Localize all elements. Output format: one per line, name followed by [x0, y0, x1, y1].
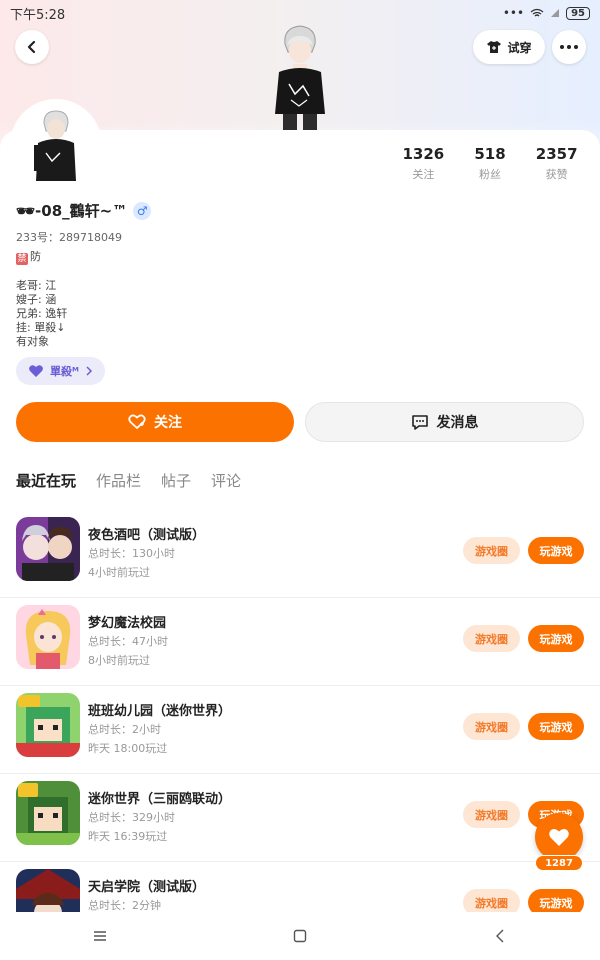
back-arrow-icon: [27, 40, 36, 54]
status-icons: ••• 95: [503, 6, 590, 20]
play-game-button[interactable]: 玩游戏: [528, 537, 584, 564]
home-square-icon: [293, 929, 307, 943]
message-label: 发消息: [436, 415, 479, 431]
tab-works[interactable]: 作品栏: [96, 470, 141, 491]
game-icon: [16, 605, 80, 669]
bio-line: 嫂子: 涵: [16, 293, 57, 306]
game-title: 班班幼儿园（迷你世界）: [88, 704, 232, 719]
chat-icon: [411, 415, 428, 430]
try-on-label: 试穿: [507, 40, 532, 55]
game-title: 梦幻魔法校园: [88, 616, 167, 631]
bio-text: 防: [30, 250, 41, 263]
avatar-image: [14, 103, 98, 187]
back-button[interactable]: [15, 30, 49, 64]
chevron-right-icon: [86, 366, 92, 376]
game-duration: 总时长：130小时: [88, 547, 175, 560]
like-profile-button[interactable]: [535, 813, 583, 861]
game-circle-button[interactable]: 游戏圈: [463, 625, 520, 652]
recent-games-list: 夜色酒吧（测试版） 总时长：130小时 4小时前玩过 游戏圈 玩游戏 梦幻魔法校…: [0, 510, 600, 912]
nickname-row: 🕶-08_鸖轩~™ ♂: [16, 200, 152, 221]
message-button[interactable]: 发消息: [305, 402, 584, 442]
game-row[interactable]: 夜色酒吧（测试版） 总时长：130小时 4小时前玩过 游戏圈 玩游戏: [0, 510, 600, 598]
nickname: 🕶-08_鸖轩~™: [16, 202, 128, 220]
stat-label: 关注: [412, 168, 435, 181]
stat-followers[interactable]: 518 粉丝: [457, 145, 524, 182]
user-id: 233号：289718049: [16, 231, 122, 244]
bio-first-line: 禁防: [16, 250, 41, 265]
bio-line: 兄弟: 逸轩: [16, 307, 68, 320]
game-duration: 总时长：2小时: [88, 723, 161, 736]
bio-line: 挂: 單殺↓: [16, 321, 66, 334]
stat-value: 1326: [402, 145, 445, 163]
game-icon: [16, 517, 80, 581]
tab-posts[interactable]: 帖子: [161, 470, 191, 491]
profile-stats: 1326 关注 518 粉丝 2357 获赞: [390, 145, 590, 182]
relation-badge-label: 單殺ᴹ: [50, 365, 79, 378]
heart-icon: [549, 828, 569, 846]
bio-tag: 禁: [16, 253, 28, 265]
game-icon: [16, 869, 80, 912]
follow-label: 关注: [154, 415, 182, 431]
signal-dots-icon: •••: [502, 6, 525, 20]
stat-likes[interactable]: 2357 获赞: [523, 145, 590, 182]
more-button[interactable]: [552, 30, 586, 64]
system-nav-bar: [0, 912, 600, 960]
stat-label: 获赞: [545, 168, 568, 181]
play-game-button[interactable]: 玩游戏: [528, 889, 584, 912]
status-bar: 下午5:28 ••• 95: [0, 0, 600, 26]
game-last-played: 8小时前玩过: [88, 654, 150, 667]
follow-button[interactable]: 关注: [16, 402, 294, 442]
bio-line: 老哥: 江: [16, 279, 57, 292]
relation-badge[interactable]: 單殺ᴹ: [16, 357, 105, 385]
play-game-button[interactable]: 玩游戏: [528, 625, 584, 652]
shirt-icon: [487, 41, 502, 53]
game-title: 迷你世界（三丽鸥联动）: [88, 792, 232, 807]
game-icon: [16, 693, 80, 757]
menu-nav-button[interactable]: [90, 926, 110, 946]
game-duration: 总时长：2分钟: [88, 899, 161, 912]
game-row[interactable]: 班班幼儿园（迷你世界） 总时长：2小时 昨天 18:00玩过 游戏圈 玩游戏: [0, 686, 600, 774]
avatar[interactable]: [14, 103, 98, 187]
game-duration: 总时长：329小时: [88, 811, 175, 824]
game-last-played: 昨天 16:39玩过: [88, 830, 168, 843]
stat-label: 粉丝: [479, 168, 501, 181]
back-nav-button[interactable]: [490, 926, 510, 946]
battery-level: 95: [566, 6, 590, 20]
like-count: 1287: [535, 855, 583, 871]
stat-value: 518: [474, 145, 506, 163]
game-last-played: 昨天 18:00玩过: [88, 742, 168, 755]
game-row[interactable]: 天启学院（测试版） 总时长：2分钟 游戏圈 玩游戏: [0, 862, 600, 912]
stat-following[interactable]: 1326 关注: [390, 145, 457, 182]
menu-icon: [94, 931, 106, 941]
gender-male-icon: ♂: [133, 201, 152, 220]
game-title: 天启学院（测试版）: [88, 880, 206, 895]
game-last-played: 4小时前玩过: [88, 566, 150, 579]
game-circle-button[interactable]: 游戏圈: [463, 537, 520, 564]
heart-plus-icon: [128, 414, 146, 430]
game-title: 夜色酒吧（测试版）: [88, 528, 206, 543]
game-duration: 总时长：47小时: [88, 635, 168, 648]
cell-signal-icon: [551, 9, 560, 17]
avatar-3d-figure: [275, 25, 325, 134]
game-circle-button[interactable]: 游戏圈: [463, 713, 520, 740]
game-row[interactable]: 梦幻魔法校园 总时长：47小时 8小时前玩过 游戏圈 玩游戏: [0, 598, 600, 686]
double-heart-icon: [29, 365, 43, 377]
try-on-button[interactable]: 试穿: [473, 30, 545, 64]
wifi-icon: [530, 8, 544, 17]
profile-tabs: 最近在玩 作品栏 帖子 评论: [16, 470, 241, 491]
stat-value: 2357: [535, 145, 578, 163]
game-icon: [16, 781, 80, 845]
game-row[interactable]: 迷你世界（三丽鸥联动） 总时长：329小时 昨天 16:39玩过 游戏圈 玩游戏: [0, 774, 600, 862]
tab-comments[interactable]: 评论: [211, 470, 241, 491]
bio-line: 有对象: [16, 335, 49, 348]
play-game-button[interactable]: 玩游戏: [528, 713, 584, 740]
more-dots-icon: [560, 45, 578, 49]
status-time: 下午5:28: [10, 7, 66, 23]
back-triangle-icon: [496, 929, 504, 943]
tab-recently-played[interactable]: 最近在玩: [16, 470, 76, 491]
game-circle-button[interactable]: 游戏圈: [463, 801, 520, 828]
game-circle-button[interactable]: 游戏圈: [463, 889, 520, 912]
bio-lines: 老哥: 江 嫂子: 涵 兄弟: 逸轩 挂: 單殺↓ 有对象: [16, 279, 67, 349]
home-nav-button[interactable]: [290, 926, 310, 946]
